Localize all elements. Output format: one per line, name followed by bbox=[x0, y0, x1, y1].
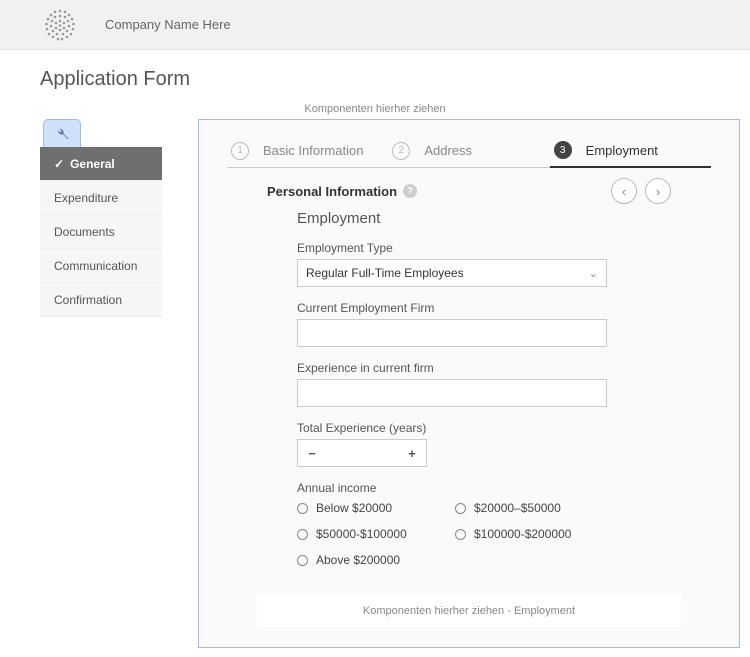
next-button[interactable]: › bbox=[645, 178, 671, 204]
company-name: Company Name Here bbox=[105, 17, 231, 32]
total-experience-label: Total Experience (years) bbox=[297, 421, 651, 435]
annual-income-radios: Below $20000 $20000–$50000 $50000-$10000… bbox=[297, 501, 651, 579]
tools-tab[interactable] bbox=[43, 119, 81, 147]
income-option[interactable]: Above $200000 bbox=[297, 553, 427, 567]
drop-zone-employment[interactable]: Komponenten hierher ziehen - Employment bbox=[257, 595, 681, 627]
radio-icon bbox=[297, 529, 308, 540]
current-firm-label: Current Employment Firm bbox=[297, 301, 651, 315]
top-bar: Company Name Here bbox=[0, 0, 750, 50]
step-number: 3 bbox=[554, 141, 572, 159]
radio-icon bbox=[297, 503, 308, 514]
company-logo bbox=[40, 5, 80, 45]
radio-icon bbox=[455, 503, 466, 514]
sub-section-title: Employment bbox=[297, 210, 651, 227]
stepper-increment[interactable]: + bbox=[398, 440, 426, 466]
annual-income-label: Annual income bbox=[297, 481, 651, 495]
income-option[interactable]: $50000-$100000 bbox=[297, 527, 427, 541]
select-value: Regular Full-Time Employees bbox=[306, 266, 464, 280]
radio-icon bbox=[297, 555, 308, 566]
sidebar-item-label: General bbox=[70, 157, 115, 171]
check-icon: ✓ bbox=[54, 157, 64, 171]
current-firm-input[interactable] bbox=[297, 319, 607, 347]
sidebar-item-label: Confirmation bbox=[54, 293, 122, 307]
experience-firm-input[interactable] bbox=[297, 379, 607, 407]
sidebar-item-expenditure[interactable]: Expenditure bbox=[40, 181, 162, 215]
income-option[interactable]: $20000–$50000 bbox=[455, 501, 585, 515]
sidebar: ✓ General Expenditure Documents Communic… bbox=[40, 147, 162, 317]
sidebar-item-label: Documents bbox=[54, 225, 115, 239]
radio-icon bbox=[455, 529, 466, 540]
section-title: Personal Information ? bbox=[267, 184, 417, 199]
drop-hint-top: Komponenten hierher ziehen bbox=[0, 103, 750, 115]
sidebar-item-general[interactable]: ✓ General bbox=[40, 147, 162, 181]
chevron-down-icon: ⌄ bbox=[589, 267, 598, 280]
page-title: Application Form bbox=[0, 50, 750, 101]
step-label: Employment bbox=[586, 143, 658, 158]
step-basic-information[interactable]: 1 Basic Information bbox=[227, 134, 388, 168]
employment-type-label: Employment Type bbox=[297, 241, 651, 255]
income-option[interactable]: $100000-$200000 bbox=[455, 527, 585, 541]
form-panel: 1 Basic Information 2 Address 3 Employme… bbox=[198, 119, 740, 648]
total-experience-stepper[interactable]: − + bbox=[297, 439, 427, 467]
sidebar-item-documents[interactable]: Documents bbox=[40, 215, 162, 249]
experience-firm-label: Experience in current firm bbox=[297, 361, 651, 375]
step-label: Basic Information bbox=[263, 143, 363, 158]
chevron-left-icon: ‹ bbox=[622, 184, 626, 199]
stepper-decrement[interactable]: − bbox=[298, 440, 326, 466]
step-label: Address bbox=[424, 143, 472, 158]
step-number: 1 bbox=[231, 142, 249, 160]
wrench-icon bbox=[55, 127, 69, 141]
step-address[interactable]: 2 Address bbox=[388, 134, 549, 168]
step-employment[interactable]: 3 Employment bbox=[550, 134, 711, 168]
sidebar-item-confirmation[interactable]: Confirmation bbox=[40, 283, 162, 317]
info-icon[interactable]: ? bbox=[403, 184, 417, 198]
sidebar-item-label: Communication bbox=[54, 259, 137, 273]
sidebar-item-communication[interactable]: Communication bbox=[40, 249, 162, 283]
prev-button[interactable]: ‹ bbox=[611, 178, 637, 204]
employment-type-select[interactable]: Regular Full-Time Employees ⌄ bbox=[297, 259, 607, 287]
step-number: 2 bbox=[392, 142, 410, 160]
sidebar-item-label: Expenditure bbox=[54, 191, 118, 205]
chevron-right-icon: › bbox=[656, 184, 660, 199]
income-option[interactable]: Below $20000 bbox=[297, 501, 427, 515]
step-wizard: 1 Basic Information 2 Address 3 Employme… bbox=[227, 134, 711, 168]
